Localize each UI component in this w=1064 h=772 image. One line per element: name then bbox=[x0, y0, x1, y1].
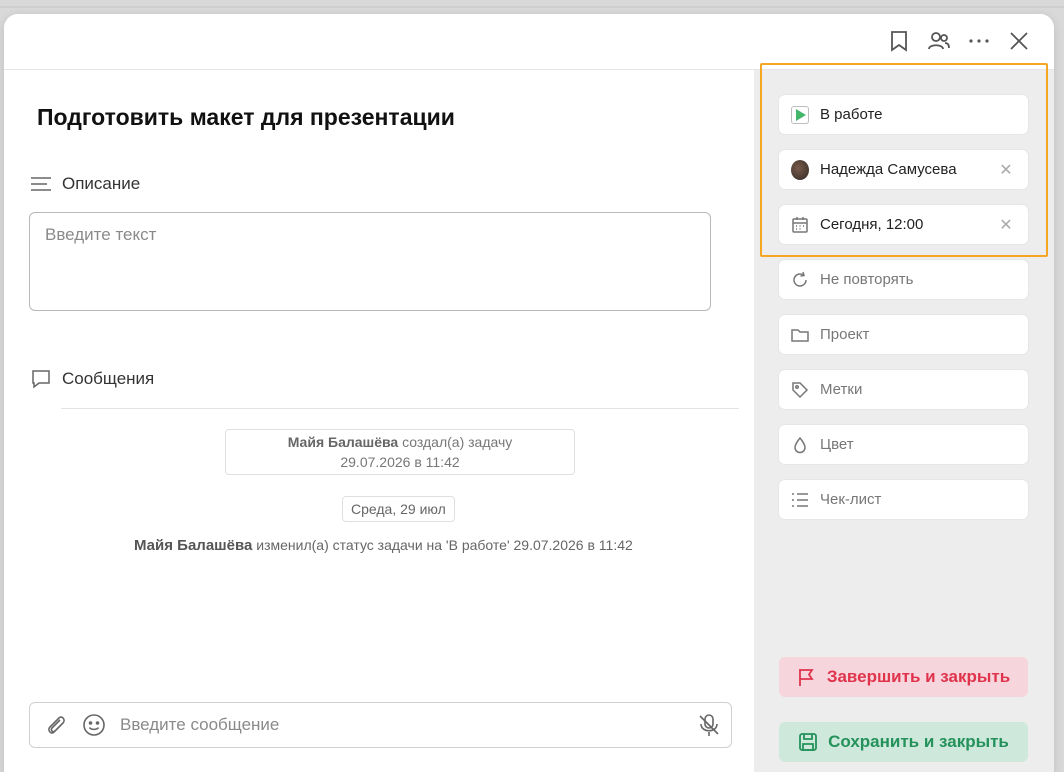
drop-icon bbox=[791, 436, 809, 454]
date-separator: Среда, 29 июл bbox=[342, 496, 455, 522]
created-datetime: 29.07.2026 в 11:42 bbox=[340, 454, 460, 470]
status-change-message: Майя Балашёва изменил(а) статус задачи н… bbox=[134, 537, 633, 554]
description-placeholder: Введите текст bbox=[45, 225, 157, 244]
emoji-icon[interactable] bbox=[82, 713, 106, 737]
description-label: Описание bbox=[62, 174, 141, 193]
lines-icon bbox=[31, 177, 51, 191]
modal-header bbox=[4, 14, 1054, 70]
play-icon bbox=[791, 105, 809, 124]
attach-icon[interactable] bbox=[44, 713, 68, 737]
folder-icon bbox=[791, 326, 809, 344]
repeat-value: Не повторять bbox=[820, 271, 914, 288]
messages-label: Сообщения bbox=[62, 369, 155, 388]
repeat-icon bbox=[791, 271, 809, 289]
color-value: Цвет bbox=[820, 436, 854, 453]
task-modal: Подготовить макет для презентации Описан… bbox=[4, 14, 1054, 772]
project-value: Проект bbox=[820, 326, 870, 343]
more-icon[interactable] bbox=[966, 28, 992, 54]
task-main-pane: Подготовить макет для презентации Описан… bbox=[4, 70, 754, 772]
checklist-icon bbox=[791, 491, 809, 509]
log-text: изменил(а) статус задачи на 'В работе' 2… bbox=[256, 537, 633, 553]
due-date-value: Сегодня, 12:00 bbox=[820, 216, 924, 233]
messages-divider bbox=[61, 408, 739, 409]
participants-icon[interactable] bbox=[926, 28, 952, 54]
flag-icon bbox=[798, 669, 814, 686]
message-composer[interactable]: Введите сообщение bbox=[29, 702, 732, 748]
messages-header: Сообщения bbox=[30, 369, 154, 389]
save-button-label: Сохранить и закрыть bbox=[828, 732, 1009, 751]
finish-button-label: Завершить и закрыть bbox=[826, 667, 1011, 686]
task-created-message: Майя Балашёва создал(а) задачу 29.07.202… bbox=[225, 429, 575, 475]
finish-and-close-button[interactable]: Завершить и закрыть bbox=[779, 657, 1028, 697]
due-date-field[interactable]: Сегодня, 12:00 ✕ bbox=[779, 205, 1028, 244]
created-action: создал(а) задачу bbox=[402, 434, 513, 450]
task-title[interactable]: Подготовить макет для презентации bbox=[37, 104, 455, 131]
avatar bbox=[791, 159, 809, 180]
tags-field[interactable]: Метки bbox=[779, 370, 1028, 409]
comment-icon bbox=[32, 370, 50, 389]
close-icon[interactable] bbox=[1006, 28, 1032, 54]
assignee-field[interactable]: Надежда Самусева ✕ bbox=[779, 150, 1028, 189]
bookmark-icon[interactable] bbox=[886, 28, 912, 54]
tags-value: Метки bbox=[820, 381, 863, 398]
status-value: В работе bbox=[820, 106, 883, 123]
repeat-field[interactable]: Не повторять bbox=[779, 260, 1028, 299]
log-author: Майя Балашёва bbox=[134, 537, 253, 554]
microphone-off-icon[interactable] bbox=[697, 713, 721, 737]
assignee-value: Надежда Самусева bbox=[820, 161, 957, 178]
message-input[interactable]: Введите сообщение bbox=[120, 715, 683, 735]
created-author: Майя Балашёва bbox=[287, 434, 399, 450]
project-field[interactable]: Проект bbox=[779, 315, 1028, 354]
clear-assignee-icon[interactable]: ✕ bbox=[996, 160, 1016, 180]
checklist-value: Чек-лист bbox=[820, 491, 882, 508]
save-icon bbox=[799, 733, 817, 751]
checklist-field[interactable]: Чек-лист bbox=[779, 480, 1028, 519]
save-and-close-button[interactable]: Сохранить и закрыть bbox=[779, 722, 1028, 762]
clear-due-date-icon[interactable]: ✕ bbox=[996, 215, 1016, 235]
tag-icon bbox=[791, 381, 809, 399]
status-field[interactable]: В работе bbox=[779, 95, 1028, 134]
description-input[interactable]: Введите текст bbox=[29, 212, 711, 311]
description-header: Описание bbox=[30, 174, 140, 194]
color-field[interactable]: Цвет bbox=[779, 425, 1028, 464]
task-properties-sidebar: В работе Надежда Самусева ✕ Сегодня, 12:… bbox=[754, 70, 1054, 772]
calendar-icon bbox=[791, 216, 809, 234]
